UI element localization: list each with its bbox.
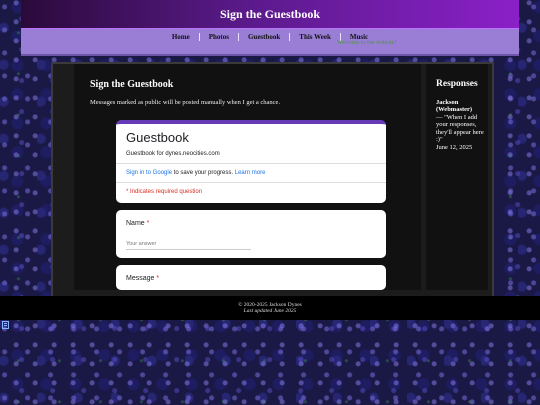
form-title: Guestbook	[126, 130, 189, 145]
site-header: Sign the Guestbook	[21, 0, 519, 29]
nav-bar: Home Photos Guestbook This Week Music We…	[21, 29, 519, 56]
signin-text: to save your progress.	[172, 170, 235, 176]
response-author: Jackson (Webmaster)	[436, 99, 473, 114]
signin-link[interactable]: Sign in to Google	[126, 170, 172, 176]
page-icon[interactable]	[2, 321, 10, 330]
footer-updated: Last updated June 2025	[243, 308, 297, 314]
question-message: Message *	[116, 265, 386, 290]
required-note: * Indicates required question	[126, 189, 203, 195]
welcome-marquee: Welcome to the website!	[337, 40, 397, 46]
response-date: June 12, 2025	[436, 143, 473, 151]
nav-photos[interactable]: Photos	[198, 33, 238, 41]
question-name: Name * Your answer	[116, 210, 386, 258]
page-heading: Sign the Guestbook	[90, 79, 174, 90]
required-star: *	[146, 220, 150, 227]
embedded-google-form[interactable]: Guestbook Guestbook for dynes.neocities.…	[116, 120, 386, 290]
form-header-card: Guestbook Guestbook for dynes.neocities.…	[116, 120, 386, 203]
question-label: Message	[126, 275, 155, 282]
nav-home[interactable]: Home	[163, 33, 199, 41]
response-entry: Jackson (Webmaster) — "When I add your r…	[436, 99, 484, 151]
header-title: Sign the Guestbook	[219, 7, 321, 21]
footer-copyright: © 2020-2025 Jackson Dynes	[238, 302, 302, 308]
site-footer: © 2020-2025 Jackson Dynes Last updated J…	[0, 296, 540, 320]
nav-guestbook[interactable]: Guestbook	[237, 33, 289, 41]
signin-notice: Sign in to Google to save your progress.…	[116, 164, 386, 183]
name-input[interactable]: Your answer	[126, 241, 251, 250]
responses-sidebar: Responses Jackson (Webmaster) — "When I …	[426, 64, 488, 290]
question-label: Name	[126, 220, 145, 227]
main-content[interactable]: Sign the Guestbook Messages marked as pu…	[74, 64, 421, 290]
form-description: Guestbook for dynes.neocities.com	[116, 149, 386, 164]
response-text: — "When I add your responses, they'll ap…	[436, 113, 484, 144]
required-star: *	[156, 275, 160, 282]
guestbook-note: Messages marked as public will be posted…	[90, 99, 281, 106]
responses-heading: Responses	[436, 79, 478, 89]
learn-more-link[interactable]: Learn more	[235, 170, 266, 176]
nav-this-week[interactable]: This Week	[289, 33, 340, 41]
